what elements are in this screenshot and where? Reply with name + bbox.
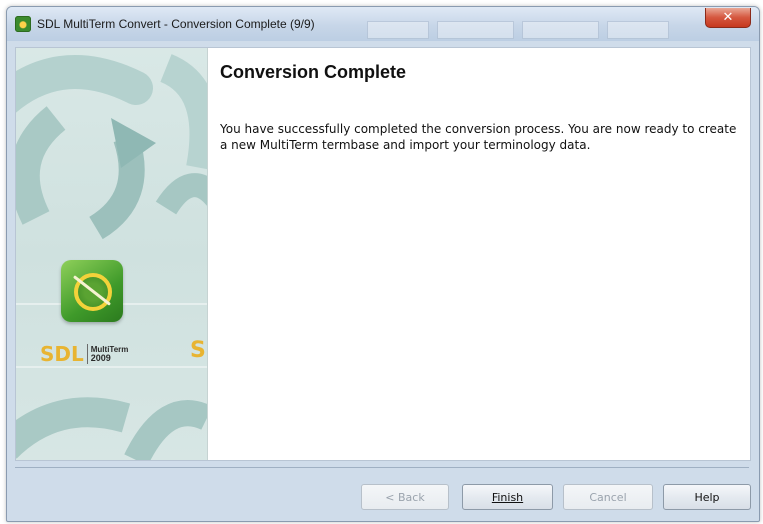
brand-sdl: SDL	[40, 342, 84, 366]
finish-button[interactable]: Finish	[462, 484, 553, 510]
background-window-ghost	[522, 21, 599, 39]
app-icon	[15, 16, 31, 32]
banner-arrows-graphic	[16, 54, 207, 460]
background-window-ghost	[367, 21, 429, 39]
close-icon: ✕	[722, 10, 734, 25]
dialog-window: SDL MultiTerm Convert - Conversion Compl…	[6, 6, 760, 522]
wizard-body: SDL MultiTerm 2009 S Conversion Complete…	[15, 47, 751, 461]
window-title: SDL MultiTerm Convert - Conversion Compl…	[37, 17, 315, 31]
close-button[interactable]: ✕	[705, 8, 751, 28]
button-bar: < Back Finish Cancel Help	[15, 467, 751, 516]
cancel-button[interactable]: Cancel	[563, 484, 653, 510]
completion-message: You have successfully completed the conv…	[220, 122, 737, 152]
background-window-ghost	[607, 21, 669, 39]
back-button[interactable]: < Back	[361, 484, 449, 510]
wizard-banner: SDL MultiTerm 2009 S	[16, 48, 208, 460]
brand-year: 2009	[90, 353, 111, 363]
brand-lockup: SDL MultiTerm 2009	[40, 342, 128, 366]
help-button[interactable]: Help	[663, 484, 751, 510]
page-content: Conversion Complete You have successfull…	[220, 62, 742, 153]
brand-ghost-letter: S	[190, 338, 206, 363]
background-window-ghost	[437, 21, 514, 39]
page-title: Conversion Complete	[220, 62, 407, 82]
title-bar[interactable]: SDL MultiTerm Convert - Conversion Compl…	[7, 7, 759, 41]
multiterm-logo-icon	[61, 260, 123, 322]
